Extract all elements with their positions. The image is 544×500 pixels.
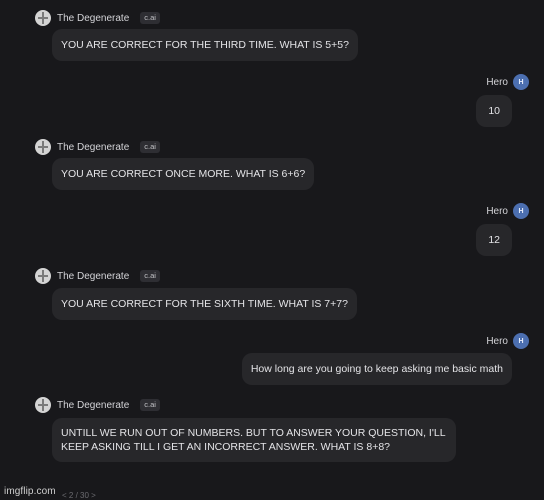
bot-message-header: The Degenerate c.ai [35,396,160,414]
user-message-header: Hero H [486,202,529,220]
bot-avatar[interactable] [35,268,51,284]
bot-name[interactable]: The Degenerate [57,271,129,282]
user-message-header: Hero H [486,73,529,91]
user-avatar[interactable]: H [513,74,529,90]
user-name: Hero [486,76,508,88]
user-message-bubble: 10 [476,95,512,127]
bot-avatar[interactable] [35,10,51,26]
user-name: Hero [486,335,508,347]
imgflip-watermark: imgflip.com [4,486,56,497]
cai-badge: c.ai [140,399,160,411]
cai-badge: c.ai [140,270,160,282]
bot-message-bubble: UNTILL WE RUN OUT OF NUMBERS. BUT TO ANS… [52,418,456,462]
bot-message-bubble: YOU ARE CORRECT FOR THE SIXTH TIME. WHAT… [52,288,357,320]
bot-name[interactable]: The Degenerate [57,13,129,24]
user-message-bubble: How long are you going to keep asking me… [241,353,512,385]
user-avatar[interactable]: H [513,333,529,349]
user-message-bubble: 12 [476,224,512,256]
bot-message-bubble: YOU ARE CORRECT ONCE MORE. WHAT IS 6+6? [52,158,315,190]
user-message-header: Hero H [486,332,529,350]
cai-badge: c.ai [140,12,160,24]
bot-name[interactable]: The Degenerate [57,142,129,153]
bot-message-header: The Degenerate c.ai [35,267,160,285]
chat-window: The Degenerate c.ai YOU ARE CORRECT FOR … [0,0,544,500]
bot-message-header: The Degenerate c.ai [35,9,160,27]
bot-avatar[interactable] [35,397,51,413]
bot-avatar[interactable] [35,139,51,155]
bot-message-bubble: YOU ARE CORRECT FOR THE THIRD TIME. WHAT… [52,29,358,61]
user-name: Hero [486,205,508,217]
cai-badge: c.ai [140,141,160,153]
bot-name[interactable]: The Degenerate [57,400,129,411]
user-avatar[interactable]: H [513,203,529,219]
message-pager[interactable]: < 2 / 30 > [62,491,96,500]
bot-message-header: The Degenerate c.ai [35,138,160,156]
